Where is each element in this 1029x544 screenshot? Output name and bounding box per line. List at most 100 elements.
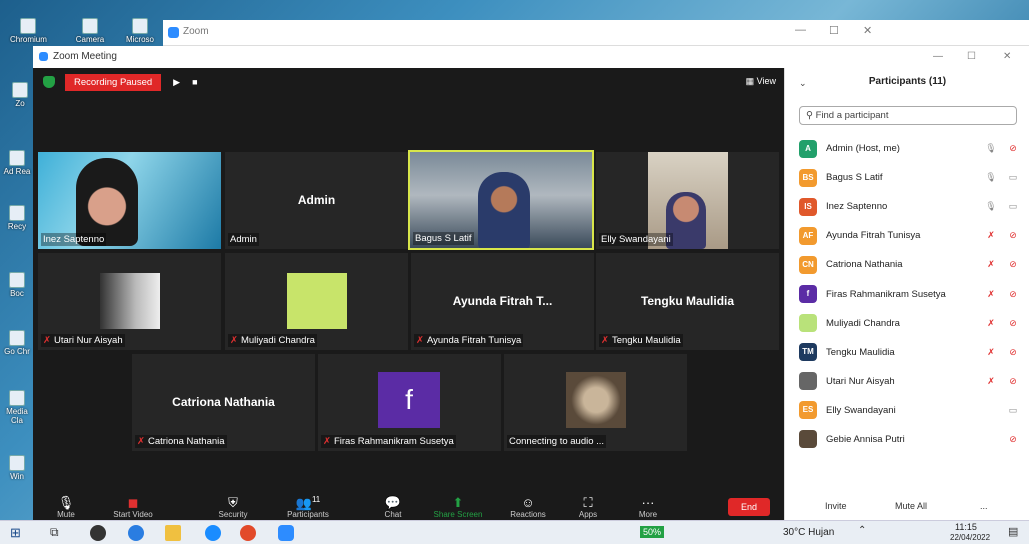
- security-button[interactable]: ⛨ Security: [208, 495, 258, 519]
- desktop-icon-windows[interactable]: Win: [2, 455, 32, 481]
- desktop-icon-media-player[interactable]: Media Cla: [2, 390, 32, 425]
- chrome-icon[interactable]: [128, 525, 144, 541]
- video-tile[interactable]: ✗ Muliyadi Chandra: [225, 253, 408, 350]
- video-off-icon: ⊘: [1009, 230, 1017, 241]
- share-screen-button[interactable]: ⬆ Share Screen: [433, 495, 483, 519]
- participant-row[interactable]: A Admin (Host, me) 🎙 ⊘: [799, 134, 1024, 163]
- video-tile[interactable]: Ayunda Fitrah T... ✗ Ayunda Fitrah Tunisy…: [411, 253, 594, 350]
- participant-photo: [566, 372, 626, 428]
- chat-button[interactable]: 💬 Chat: [368, 495, 418, 519]
- video-tile[interactable]: Admin Admin: [225, 152, 408, 249]
- video-tile[interactable]: ✗ Utari Nur Aisyah: [38, 253, 221, 350]
- desktop-icon-label: Media Cla: [6, 407, 28, 425]
- desktop-icon-chromium[interactable]: Chromium: [10, 18, 47, 44]
- stop-recording-icon[interactable]: ■: [192, 77, 197, 87]
- participant-search-input[interactable]: ⚲ Find a participant: [799, 106, 1017, 125]
- participant-name: Inez Saptenno: [41, 233, 107, 246]
- view-button[interactable]: ▦ View: [746, 76, 776, 87]
- desktop-icon-zoom[interactable]: Zo: [8, 82, 32, 108]
- mic-muted-icon: ✗: [137, 436, 145, 447]
- maximize-button[interactable]: ☐: [967, 51, 976, 62]
- video-tile[interactable]: Elly Swandayani: [596, 152, 779, 249]
- tray-chevron-icon[interactable]: ⌃: [858, 525, 866, 536]
- desktop-icon-label: Boc: [10, 289, 24, 298]
- participants-button[interactable]: 👥11 Participants: [283, 495, 333, 519]
- participant-row[interactable]: TM Tengku Maulidia ✗ ⊘: [799, 338, 1024, 367]
- outer-window-title: Zoom: [183, 26, 209, 37]
- maximize-button[interactable]: ☐: [829, 24, 839, 37]
- notification-icon[interactable]: ▤: [1008, 525, 1018, 538]
- close-button[interactable]: ✕: [1003, 51, 1011, 62]
- video-tile[interactable]: Catriona Nathania ✗ Catriona Nathania: [132, 354, 315, 451]
- video-off-icon: ⊘: [1009, 375, 1017, 386]
- participant-row[interactable]: Utari Nur Aisyah ✗ ⊘: [799, 367, 1024, 396]
- participant-row[interactable]: AF Ayunda Fitrah Tunisya ✗ ⊘: [799, 221, 1024, 250]
- participant-avatar: [799, 314, 817, 333]
- participant-name: ✗ Catriona Nathania: [135, 435, 227, 448]
- start-video-button[interactable]: ◼ Start Video: [108, 495, 158, 519]
- reactions-button[interactable]: ☺ Reactions: [503, 495, 553, 519]
- participant-display-name: Catriona Nathania: [172, 394, 275, 409]
- resume-recording-icon[interactable]: ▶: [173, 77, 180, 88]
- app-icon[interactable]: [90, 525, 106, 541]
- participant-row[interactable]: f Firas Rahmanikram Susetya ✗ ⊘: [799, 279, 1024, 308]
- video-icon: ▭: [1008, 404, 1018, 415]
- participant-row[interactable]: BS Bagus S Latif 🎙 ▭: [799, 163, 1024, 192]
- video-tile[interactable]: Inez Saptenno: [38, 152, 221, 249]
- video-tile-active-speaker[interactable]: Bagus S Latif: [408, 150, 594, 250]
- minimize-button[interactable]: —: [933, 51, 943, 62]
- windows-start-icon[interactable]: ⊞: [10, 525, 21, 541]
- file-explorer-icon[interactable]: [165, 525, 181, 541]
- video-icon: ▭: [1008, 201, 1018, 212]
- participants-panel: ⌄ Participants (11) ⚲ Find a participant…: [784, 68, 1029, 522]
- participant-row[interactable]: Muliyadi Chandra ✗ ⊘: [799, 309, 1024, 338]
- minimize-button[interactable]: —: [795, 24, 806, 36]
- reactions-icon: ☺: [521, 495, 535, 510]
- video-tile[interactable]: f ✗ Firas Rahmanikram Susetya: [318, 354, 501, 451]
- participant-photo: [100, 273, 160, 329]
- start-video-label: Start Video: [113, 510, 153, 519]
- battery-indicator: 50%: [640, 526, 665, 538]
- mic-muted-icon: ✗: [43, 335, 51, 346]
- participant-name: Catriona Nathania: [826, 259, 903, 271]
- firefox-icon[interactable]: [240, 525, 256, 541]
- end-meeting-button[interactable]: End: [728, 498, 770, 516]
- zoom-taskbar-icon[interactable]: [278, 525, 294, 541]
- more-options-button[interactable]: ...: [980, 501, 988, 511]
- video-tile[interactable]: Tengku Maulidia ✗ Tengku Maulidia: [596, 253, 779, 350]
- mute-button[interactable]: 🎙 Mute: [41, 495, 91, 519]
- weather-widget[interactable]: 30°C Hujan: [783, 527, 834, 538]
- security-shield-icon: [43, 76, 55, 88]
- participant-video: [478, 172, 530, 248]
- desktop-icon-recycle-bin[interactable]: Recy: [2, 205, 32, 231]
- zoom-meeting-window: Zoom Meeting — ☐ ✕ Recording Paused ▶ ■ …: [33, 46, 1029, 522]
- participant-name: Elly Swandayani: [826, 404, 896, 416]
- meeting-toolbar: 🎙 Mute ◼ Start Video ⛨ Security 👥11 Particip…: [33, 494, 784, 522]
- close-button[interactable]: ✕: [863, 24, 872, 37]
- microphone-icon: 🎙: [985, 143, 997, 154]
- video-off-icon: ⊘: [1009, 259, 1017, 270]
- desktop-icon-camera[interactable]: Camera: [72, 18, 108, 44]
- more-button[interactable]: ··· More: [623, 495, 673, 519]
- desktop-icon-google-chrome[interactable]: Go Chr: [2, 330, 32, 356]
- search-placeholder: Find a participant: [815, 110, 889, 121]
- mute-all-button[interactable]: Mute All: [895, 501, 927, 511]
- apps-button[interactable]: ⛶ Apps: [563, 495, 613, 519]
- desktop-icon-adobe-reader[interactable]: Ad Rea: [2, 150, 32, 176]
- participant-row[interactable]: IS Inez Saptenno 🎙 ▭: [799, 192, 1024, 221]
- invite-button[interactable]: Invite: [825, 501, 847, 511]
- desktop-icon-microsoft[interactable]: Microso: [122, 18, 158, 44]
- video-tile[interactable]: Connecting to audio ...: [504, 354, 687, 451]
- app-icon[interactable]: [205, 525, 221, 541]
- participant-name: Utari Nur Aisyah: [826, 375, 895, 387]
- participant-name: ✗ Tengku Maulidia: [599, 334, 683, 347]
- mic-muted-icon: ✗: [323, 436, 331, 447]
- participant-row[interactable]: ES Elly Swandayani ▭: [799, 396, 1024, 425]
- desktop-icon-book[interactable]: Boc: [2, 272, 32, 298]
- participant-row[interactable]: CN Catriona Nathania ✗ ⊘: [799, 250, 1024, 279]
- mic-muted-icon: ✗: [987, 346, 995, 357]
- desktop-icon-label: Camera: [75, 35, 105, 44]
- participant-row[interactable]: Gebie Annisa Putri ⊘: [799, 425, 1024, 454]
- task-view-icon[interactable]: ⧉: [50, 525, 59, 540]
- title-bar: Zoom Meeting — ☐ ✕: [33, 46, 1029, 68]
